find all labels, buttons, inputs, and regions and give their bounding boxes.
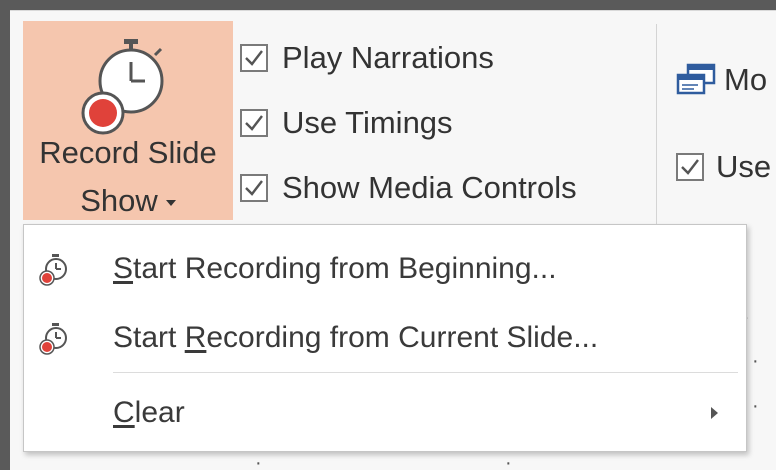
menu-item-start-from-beginning[interactable]: Start Recording from Beginning...	[24, 239, 746, 299]
background-dot: ·	[255, 452, 262, 474]
menu-item-clear[interactable]: Clear	[24, 383, 746, 443]
checkmark-icon	[245, 180, 263, 196]
show-media-controls-option[interactable]: Show Media Controls	[240, 168, 577, 208]
menu-separator	[113, 372, 738, 373]
record-stopwatch-icon	[81, 39, 164, 135]
menu-item-label: Start Recording from Beginning...	[113, 252, 557, 285]
menu-item-start-from-current[interactable]: Start Recording from Current Slide...	[24, 308, 746, 368]
monitor-label: Mo	[724, 62, 768, 97]
record-slide-show-button[interactable]: Record Slide Show	[23, 21, 233, 220]
monitor-icon	[676, 63, 716, 95]
monitor-dropdown[interactable]: Mo	[676, 58, 767, 102]
use-presenter-view-option[interactable]: Use	[676, 145, 771, 189]
show-media-controls-checkbox[interactable]	[240, 174, 268, 202]
use-timings-option[interactable]: Use Timings	[240, 103, 453, 143]
checkmark-icon	[245, 115, 263, 131]
background-dot: ·	[752, 395, 759, 417]
use-presenter-view-label: Use	[716, 149, 772, 184]
ribbon-group-divider	[656, 24, 657, 224]
record-stopwatch-icon	[39, 254, 67, 286]
submenu-arrow-icon	[711, 407, 718, 419]
menu-item-label: Start Recording from Current Slide...	[113, 321, 599, 354]
background-dot: ·	[752, 350, 759, 372]
use-timings-label: Use Timings	[282, 105, 453, 140]
record-slide-show-menu: Start Recording from Beginning... Start …	[23, 224, 747, 452]
background-dot: ·	[505, 452, 512, 474]
record-slide-show-label-line1: Record Slide	[39, 135, 217, 170]
use-presenter-view-checkbox[interactable]	[676, 153, 704, 181]
checkmark-icon	[245, 50, 263, 66]
window-frame-top	[0, 0, 776, 10]
play-narrations-label: Play Narrations	[282, 40, 494, 75]
record-slide-show-label-line2: Show	[23, 183, 233, 219]
caret-down-icon	[165, 199, 176, 206]
use-timings-checkbox[interactable]	[240, 109, 268, 137]
play-narrations-checkbox[interactable]	[240, 44, 268, 72]
play-narrations-option[interactable]: Play Narrations	[240, 38, 494, 78]
record-stopwatch-icon	[39, 323, 67, 355]
show-media-controls-label: Show Media Controls	[282, 170, 577, 205]
window-frame-left	[0, 0, 10, 470]
menu-item-label: Clear	[113, 396, 185, 429]
ribbon-top-border	[10, 10, 776, 11]
checkmark-icon	[681, 159, 699, 175]
